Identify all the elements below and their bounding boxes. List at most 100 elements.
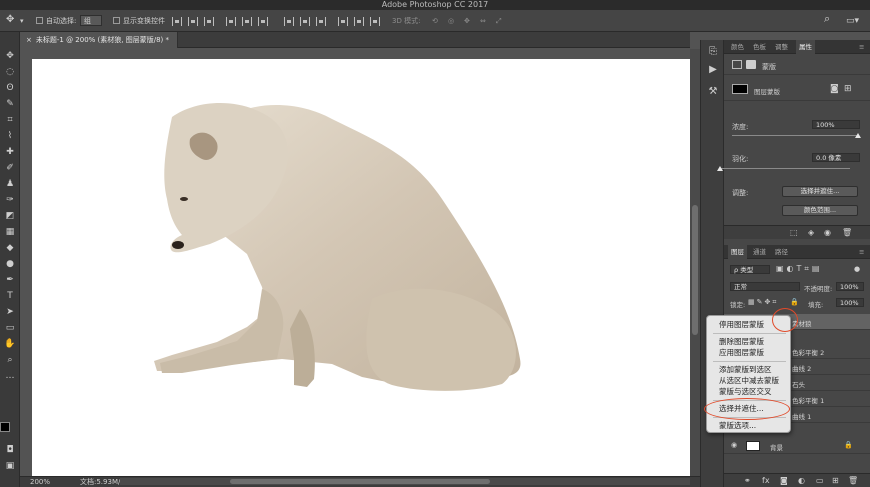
- new-layer-icon[interactable]: ⊞: [832, 476, 839, 485]
- show-transform-checkbox[interactable]: 显示变换控件: [113, 15, 165, 27]
- zoom-level[interactable]: 200%: [30, 477, 50, 487]
- vector-mask-icon[interactable]: [746, 60, 756, 69]
- distribute-vcenter-icon[interactable]: [300, 17, 310, 26]
- dodge-tool-icon[interactable]: ●: [3, 258, 17, 270]
- menu-item-add-to-selection[interactable]: 添加蒙版到选区: [719, 364, 772, 375]
- menu-item-subtract-from-selection[interactable]: 从选区中减去蒙版: [719, 375, 779, 386]
- auto-select-target-select[interactable]: 组: [80, 15, 102, 27]
- 3d-slide-icon[interactable]: ⇔: [480, 15, 486, 27]
- distribute-hcenter-icon[interactable]: [354, 17, 364, 26]
- move-icon[interactable]: ✥: [6, 14, 14, 26]
- tool-presets-icon[interactable]: ⚒: [707, 86, 719, 98]
- gradient-tool-icon[interactable]: ▦: [3, 226, 17, 238]
- eye-icon[interactable]: ◉: [824, 228, 831, 237]
- menu-item-apply-mask[interactable]: 应用图层蒙版: [719, 347, 764, 358]
- vertical-scrollbar-thumb[interactable]: [692, 205, 698, 335]
- screen-mode-icon[interactable]: ▣: [3, 460, 17, 472]
- history-panel-icon[interactable]: ⎘: [707, 46, 719, 58]
- tool-preset-dropdown[interactable]: ▾: [20, 15, 24, 27]
- align-right-icon[interactable]: [258, 17, 268, 26]
- color-range-button[interactable]: 颜色范围...: [782, 205, 858, 216]
- auto-select-checkbox[interactable]: 自动选择:: [36, 15, 76, 27]
- panel-menu-icon[interactable]: ≡: [856, 40, 867, 54]
- tab-paths[interactable]: 路径: [772, 245, 791, 259]
- tab-adjustments[interactable]: 调整: [772, 40, 791, 54]
- 3d-rotate-icon[interactable]: ⟲: [432, 15, 438, 27]
- align-hcenter-icon[interactable]: [242, 17, 252, 26]
- delete-layer-icon[interactable]: 🗑: [848, 476, 858, 485]
- actions-play-icon[interactable]: ▶: [707, 64, 719, 76]
- layer-row-background[interactable]: ◉ 背景 🔒: [724, 438, 870, 454]
- align-bottom-icon[interactable]: [204, 17, 214, 26]
- delete-mask-icon[interactable]: 🗑: [842, 228, 852, 237]
- crop-tool-icon[interactable]: ⌗: [3, 114, 17, 126]
- feather-slider-track[interactable]: [720, 168, 850, 169]
- align-left-icon[interactable]: [226, 17, 236, 26]
- filter-toggle-icon[interactable]: ●: [854, 265, 860, 273]
- hand-tool-icon[interactable]: ✋: [3, 338, 17, 350]
- vector-add-icon[interactable]: ⊞: [844, 84, 852, 94]
- lock-options-icons[interactable]: ▦✎✥⌗: [748, 298, 778, 307]
- blend-mode-select[interactable]: 正常: [730, 282, 800, 291]
- 3d-roll-icon[interactable]: ◎: [448, 15, 454, 27]
- apply-mask-icon[interactable]: ◈: [808, 228, 814, 237]
- menu-item-delete-mask[interactable]: 删除图层蒙版: [719, 336, 764, 347]
- feather-slider-knob[interactable]: [717, 166, 723, 171]
- tab-channels[interactable]: 通道: [750, 245, 769, 259]
- history-brush-icon[interactable]: ✑: [3, 194, 17, 206]
- path-select-tool-icon[interactable]: ➤: [3, 306, 17, 318]
- load-selection-icon[interactable]: ⬚: [790, 228, 798, 237]
- lock-icon[interactable]: 🔒: [790, 298, 799, 306]
- density-slider-track[interactable]: [732, 135, 858, 136]
- density-slider-knob[interactable]: [855, 133, 861, 138]
- select-and-mask-button[interactable]: 选择并遮住...: [782, 186, 858, 197]
- 3d-scale-icon[interactable]: ⤢: [496, 15, 502, 27]
- layer-filter-icons[interactable]: ▣◐T⌗▤: [776, 264, 823, 274]
- density-field[interactable]: 100%: [812, 120, 860, 129]
- distribute-left-icon[interactable]: [338, 17, 348, 26]
- pen-tool-icon[interactable]: ✒: [3, 274, 17, 286]
- add-mask-icon[interactable]: ◙: [780, 476, 788, 485]
- layers-panel-menu-icon[interactable]: ≡: [856, 245, 867, 259]
- tab-layers[interactable]: 图层: [728, 245, 747, 259]
- tab-color[interactable]: 颜色: [728, 40, 747, 54]
- tab-properties[interactable]: 属性: [796, 40, 815, 54]
- quick-mask-icon[interactable]: ◘: [3, 444, 17, 456]
- menu-item-intersect-selection[interactable]: 蒙版与选区交叉: [719, 386, 772, 397]
- layer-filter-select[interactable]: ρ 类型: [730, 265, 770, 274]
- more-tools-icon[interactable]: …: [3, 370, 17, 382]
- search-icon[interactable]: ⌕: [824, 13, 830, 25]
- blur-tool-icon[interactable]: ◆: [3, 242, 17, 254]
- distribute-bottom-icon[interactable]: [316, 17, 326, 26]
- quick-select-tool-icon[interactable]: ✎: [3, 98, 17, 110]
- document-tab[interactable]: × 未标题-1 @ 200% (素材狼, 图层蒙版/8) *: [20, 32, 178, 48]
- menu-item-mask-options[interactable]: 蒙版选项...: [719, 420, 756, 431]
- layer-style-icon[interactable]: fx: [762, 476, 770, 485]
- document-canvas[interactable]: [32, 59, 690, 476]
- eyedropper-tool-icon[interactable]: ⌇: [3, 130, 17, 142]
- brush-tool-icon[interactable]: ✐: [3, 162, 17, 174]
- zoom-tool-icon[interactable]: ⌕: [3, 354, 17, 366]
- foreground-color-swatch[interactable]: [0, 422, 10, 432]
- menu-item-disable-mask[interactable]: 停用图层蒙版: [719, 319, 764, 330]
- healing-tool-icon[interactable]: ✚: [3, 146, 17, 158]
- distribute-top-icon[interactable]: [284, 17, 294, 26]
- pixel-mask-icon[interactable]: [732, 60, 742, 69]
- tab-swatches[interactable]: 色板: [750, 40, 769, 54]
- lasso-tool-icon[interactable]: ʘ: [3, 82, 17, 94]
- shape-tool-icon[interactable]: ▭: [3, 322, 17, 334]
- feather-field[interactable]: 0.0 像素: [812, 153, 860, 162]
- 3d-pan-icon[interactable]: ✥: [464, 15, 470, 27]
- eye-icon[interactable]: ◉: [731, 441, 737, 449]
- align-top-icon[interactable]: [172, 17, 182, 26]
- stamp-tool-icon[interactable]: ♟: [3, 178, 17, 190]
- eraser-tool-icon[interactable]: ◩: [3, 210, 17, 222]
- marquee-tool-icon[interactable]: ◌: [3, 66, 17, 78]
- align-vcenter-icon[interactable]: [188, 17, 198, 26]
- adjustment-layer-icon[interactable]: ◐: [798, 476, 805, 485]
- type-tool-icon[interactable]: T: [3, 290, 17, 302]
- horizontal-scrollbar-thumb[interactable]: [230, 479, 490, 484]
- workspace-icon[interactable]: ▭▾: [846, 15, 859, 27]
- link-layers-icon[interactable]: ⚭: [744, 476, 751, 485]
- fill-field[interactable]: 100%: [836, 298, 864, 307]
